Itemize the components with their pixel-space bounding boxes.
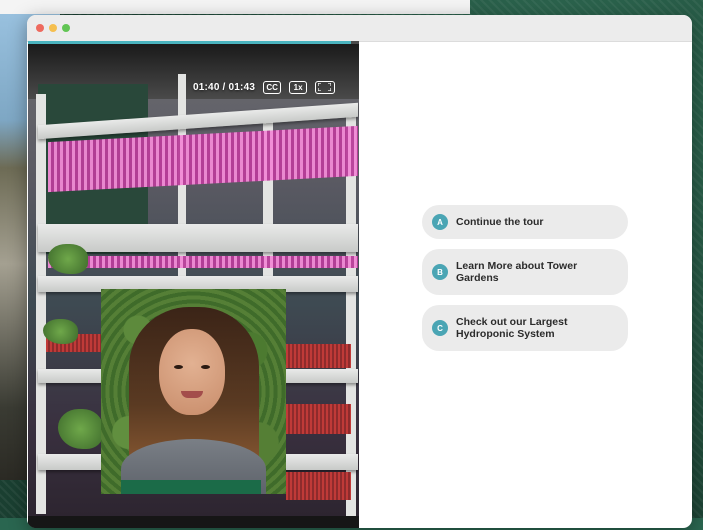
presenter-face bbox=[159, 329, 225, 415]
window-titlebar bbox=[27, 15, 692, 42]
video-time: 01:40 / 01:43 bbox=[193, 82, 256, 93]
option-label: Learn More about Tower Gardens bbox=[456, 260, 578, 284]
maximize-window-button[interactable] bbox=[62, 24, 70, 32]
option-badge: A bbox=[432, 214, 448, 230]
option-continue-tour[interactable]: A Continue the tour bbox=[422, 205, 628, 239]
fullscreen-icon[interactable] bbox=[315, 81, 336, 94]
close-window-button[interactable] bbox=[36, 24, 44, 32]
option-label: Continue the tour bbox=[456, 216, 544, 228]
option-learn-tower-gardens[interactable]: B Learn More about Tower Gardens bbox=[422, 249, 628, 295]
choice-options: A Continue the tour B Learn More about T… bbox=[422, 205, 628, 361]
option-largest-hydroponic[interactable]: C Check out our Largest Hydroponic Syste… bbox=[422, 305, 628, 351]
presenter-video bbox=[101, 289, 286, 494]
video-player[interactable]: 01:40 / 01:43 CC 1x bbox=[28, 41, 359, 528]
playback-speed-button[interactable]: 1x bbox=[289, 81, 308, 94]
browser-window: 01:40 / 01:43 CC 1x A Continue the tour … bbox=[27, 15, 692, 528]
video-controls: 01:40 / 01:43 CC 1x bbox=[193, 81, 336, 94]
minimize-window-button[interactable] bbox=[49, 24, 57, 32]
option-badge: C bbox=[432, 320, 448, 336]
option-badge: B bbox=[432, 264, 448, 280]
option-label: Check out our Largest Hydroponic System bbox=[456, 316, 568, 340]
captions-button[interactable]: CC bbox=[263, 81, 282, 94]
background-strip bbox=[0, 0, 470, 14]
